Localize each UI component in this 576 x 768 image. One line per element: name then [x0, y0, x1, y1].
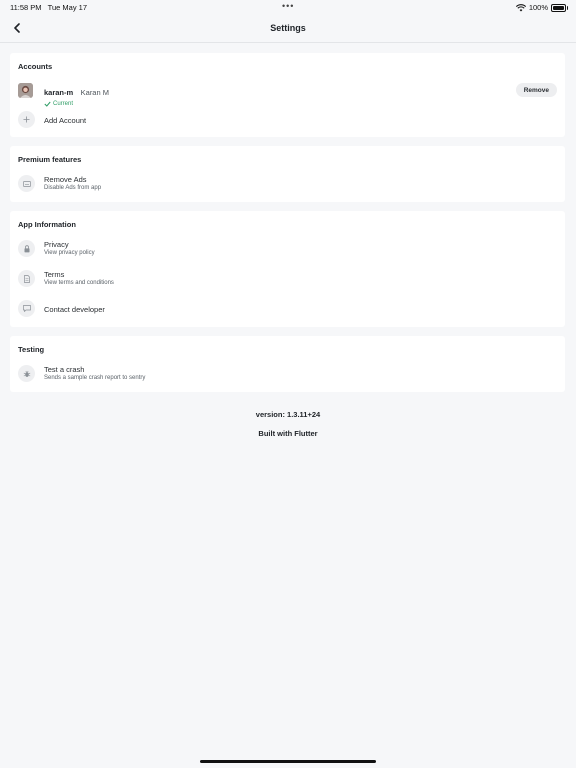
terms-row[interactable]: Terms View terms and conditions: [18, 268, 557, 290]
testing-card: Testing Test a crash Sends a sample cras…: [10, 336, 565, 392]
current-label: Current: [53, 101, 74, 107]
account-fullname: Karan M: [80, 88, 109, 97]
remove-ads-title: Remove Ads: [44, 175, 87, 184]
status-right: 100%: [515, 3, 568, 12]
contact-developer-row[interactable]: Contact developer: [18, 298, 557, 320]
premium-card: Premium features Remove Ads Disable Ads …: [10, 146, 565, 202]
chat-bubble-icon: [22, 305, 31, 312]
home-indicator[interactable]: [200, 760, 376, 763]
ads-icon-circle: [18, 175, 35, 192]
status-bar: 11:58 PM Tue May 17 ••• 100%: [0, 0, 576, 16]
privacy-text: Privacy View privacy policy: [44, 240, 95, 257]
privacy-icon-circle: [18, 240, 35, 257]
terms-subtitle: View terms and conditions: [44, 280, 114, 286]
current-badge: Current: [44, 101, 109, 107]
app-info-heading: App Information: [18, 220, 76, 229]
remove-account-button[interactable]: Remove: [515, 83, 557, 97]
contact-icon-circle: [18, 300, 35, 317]
add-account-text: Add Account: [44, 116, 86, 125]
privacy-subtitle: View privacy policy: [44, 250, 95, 256]
page-title: Settings: [270, 23, 306, 33]
status-time: 11:58 PM Tue May 17: [10, 3, 87, 12]
test-crash-subtitle: Sends a sample crash report to sentry: [44, 375, 146, 381]
bug-icon: [23, 370, 30, 377]
account-text: karan-m Karan M Current: [44, 82, 109, 107]
account-row[interactable]: karan-m Karan M Current Remove: [18, 80, 557, 107]
battery-icon: [551, 3, 568, 12]
test-crash-title: Test a crash: [44, 365, 85, 374]
add-account-label: Add Account: [44, 116, 87, 125]
accounts-card: Accounts karan-m Karan M Current Remove: [10, 53, 565, 137]
terms-title: Terms: [44, 270, 65, 279]
privacy-title: Privacy: [44, 240, 69, 249]
crash-icon-circle: [18, 365, 35, 382]
privacy-row[interactable]: Privacy View privacy policy: [18, 238, 557, 260]
accounts-heading: Accounts: [18, 62, 53, 71]
app-bar: Settings: [0, 16, 576, 43]
time-text: 11:58 PM: [10, 3, 42, 12]
testing-heading: Testing: [18, 345, 45, 354]
multitasking-dots-icon[interactable]: •••: [282, 1, 294, 11]
remove-ads-text: Remove Ads Disable Ads from app: [44, 175, 101, 192]
battery-percent: 100%: [528, 3, 548, 12]
plus-icon: [23, 116, 30, 123]
user-photo-icon: [18, 83, 33, 98]
contact-developer-text: Contact developer: [44, 305, 105, 314]
terms-text: Terms View terms and conditions: [44, 270, 114, 287]
ad-icon: [22, 180, 31, 187]
lock-icon: [24, 244, 29, 252]
account-username: karan-m: [44, 88, 74, 97]
wifi-icon: [515, 3, 526, 11]
test-crash-text: Test a crash Sends a sample crash report…: [44, 365, 145, 382]
premium-heading: Premium features: [18, 155, 82, 164]
terms-icon-circle: [18, 270, 35, 287]
check-icon: [44, 101, 51, 107]
remove-ads-subtitle: Disable Ads from app: [44, 185, 102, 191]
add-account-row[interactable]: Add Account: [18, 109, 557, 131]
avatar: [18, 83, 33, 98]
contact-developer-title: Contact developer: [44, 305, 105, 314]
document-icon: [23, 274, 30, 283]
version-text: version: 1.3.11+24: [255, 410, 321, 419]
test-crash-row[interactable]: Test a crash Sends a sample crash report…: [18, 363, 557, 385]
app-info-card: App Information Privacy View privacy pol…: [10, 211, 565, 327]
date-text: Tue May 17: [47, 3, 87, 12]
add-icon-circle: [18, 111, 35, 128]
built-with-text: Built with Flutter: [258, 429, 318, 438]
remove-ads-row[interactable]: Remove Ads Disable Ads from app: [18, 173, 557, 195]
